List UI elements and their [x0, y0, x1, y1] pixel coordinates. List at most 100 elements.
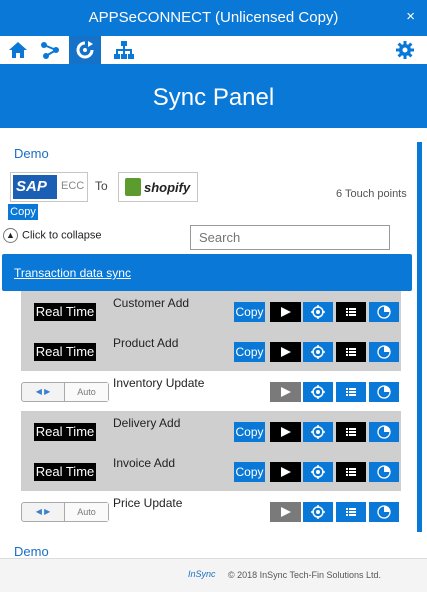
clock-icon	[377, 465, 391, 479]
search-input[interactable]	[190, 225, 390, 250]
run-button[interactable]	[270, 502, 301, 522]
sync-content: Demo SAP ECC To shopify 6 Touch points C…	[0, 128, 415, 559]
run-button[interactable]	[270, 462, 301, 482]
target-icon	[311, 465, 325, 479]
hierarchy-button[interactable]	[108, 36, 140, 64]
list-icon	[346, 388, 356, 396]
run-button[interactable]	[270, 302, 301, 322]
settings-button[interactable]	[389, 36, 421, 64]
schedule-button[interactable]	[369, 342, 399, 362]
page-title: Sync Panel	[152, 84, 275, 111]
copy-button[interactable]: Copy	[234, 422, 265, 442]
target-icon	[311, 305, 325, 319]
list-icon	[346, 508, 356, 516]
to-label: To	[95, 179, 108, 193]
section-header[interactable]: Transaction data sync	[2, 254, 412, 291]
play-icon	[280, 427, 291, 437]
mode-toggle[interactable]: ◀ ▶ Auto	[21, 382, 109, 402]
copy-button[interactable]: Copy	[234, 302, 265, 322]
copy-connection-button[interactable]: Copy	[8, 204, 38, 220]
log-button[interactable]	[336, 422, 366, 442]
chevron-up-icon: ▲	[3, 228, 18, 243]
process-name: Customer Add	[113, 296, 190, 310]
schedule-button[interactable]	[369, 382, 399, 402]
window-title: APPSeCONNECT (Unlicensed Copy)	[88, 9, 339, 26]
play-icon	[280, 347, 291, 357]
list-icon	[346, 428, 356, 436]
copy-button[interactable]: Copy	[234, 462, 265, 482]
footer: InSync © 2018 InSync Tech-Fin Solutions …	[0, 558, 427, 592]
scrollbar[interactable]	[415, 128, 427, 558]
target-icon	[311, 425, 325, 439]
play-icon	[280, 467, 291, 477]
arrows-icon: ◀ ▶	[35, 507, 51, 516]
shopify-bag-icon	[125, 178, 141, 196]
home-icon	[9, 42, 27, 58]
copy-button[interactable]: Copy	[234, 342, 265, 362]
process-row: Real Time Copy Product Add	[0, 331, 415, 371]
run-button[interactable]	[270, 342, 301, 362]
schedule-button[interactable]	[369, 302, 399, 322]
schedule-button[interactable]	[369, 422, 399, 442]
clock-icon	[377, 425, 391, 439]
process-row: Real Time Copy Delivery Add	[0, 411, 415, 451]
target-app-logo: shopify	[118, 172, 198, 202]
app-window: APPSeCONNECT (Unlicensed Copy) × Sync Pa…	[0, 0, 427, 592]
touch-points-count: 6 Touch points	[336, 188, 407, 200]
realtime-badge: Real Time	[34, 423, 96, 441]
clock-icon	[377, 505, 391, 519]
process-row: ◀ ▶ Auto Inventory Update	[0, 371, 415, 411]
log-button[interactable]	[336, 382, 366, 402]
clock-icon	[377, 385, 391, 399]
group-label[interactable]: Demo	[14, 146, 49, 161]
sync-button[interactable]	[69, 36, 101, 64]
list-icon	[346, 308, 356, 316]
list-icon	[346, 468, 356, 476]
target-sync-button[interactable]	[303, 502, 333, 522]
connections-icon	[41, 42, 59, 59]
schedule-button[interactable]	[369, 462, 399, 482]
target-sync-button[interactable]	[303, 342, 333, 362]
log-button[interactable]	[336, 342, 366, 362]
process-name: Invoice Add	[113, 456, 176, 470]
process-name: Inventory Update	[113, 376, 205, 390]
group-label[interactable]: Demo	[14, 544, 49, 559]
shopify-logo-text: shopify	[144, 180, 191, 195]
connections-button[interactable]	[34, 36, 66, 64]
process-name: Product Add	[113, 336, 179, 350]
list-icon	[346, 348, 356, 356]
target-icon	[311, 385, 325, 399]
section-title: Transaction data sync	[14, 266, 131, 280]
target-sync-button[interactable]	[303, 462, 333, 482]
target-icon	[311, 345, 325, 359]
target-sync-button[interactable]	[303, 382, 333, 402]
target-sync-button[interactable]	[303, 422, 333, 442]
collapse-label: Click to collapse	[22, 229, 102, 242]
arrows-icon: ◀ ▶	[35, 387, 51, 396]
insync-logo: InSync	[188, 569, 216, 579]
target-icon	[311, 505, 325, 519]
log-button[interactable]	[336, 302, 366, 322]
realtime-badge: Real Time	[34, 463, 96, 481]
close-button[interactable]: ×	[406, 8, 415, 25]
log-button[interactable]	[336, 502, 366, 522]
auto-mode-label: Auto	[64, 503, 108, 521]
process-row: Real Time Copy Customer Add	[0, 291, 415, 331]
play-icon	[280, 307, 291, 317]
mode-toggle[interactable]: ◀ ▶ Auto	[21, 502, 109, 522]
run-button[interactable]	[270, 422, 301, 442]
collapse-toggle[interactable]: ▲ Click to collapse	[3, 228, 101, 243]
gear-icon	[396, 41, 414, 59]
target-sync-button[interactable]	[303, 302, 333, 322]
toolbar	[0, 36, 427, 64]
run-button[interactable]	[270, 382, 301, 402]
title-bar: APPSeCONNECT (Unlicensed Copy) ×	[0, 0, 427, 36]
schedule-button[interactable]	[369, 502, 399, 522]
home-button[interactable]	[2, 36, 34, 64]
process-row: Real Time Copy Invoice Add	[0, 451, 415, 491]
log-button[interactable]	[336, 462, 366, 482]
auto-mode-label: Auto	[64, 383, 108, 401]
clock-icon	[377, 345, 391, 359]
scrollbar-thumb[interactable]	[417, 142, 422, 532]
play-icon	[280, 507, 291, 517]
